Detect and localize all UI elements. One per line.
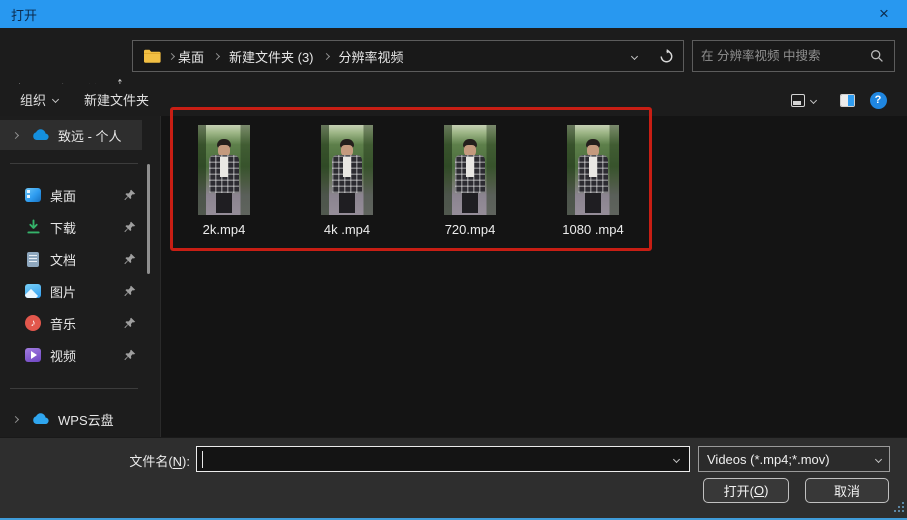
downloads-icon	[22, 219, 44, 235]
file-item-720[interactable]: 720.mp4	[420, 125, 520, 237]
breadcrumb-separator-icon	[213, 52, 220, 59]
organize-label: 组织	[20, 90, 46, 109]
person-figure	[209, 139, 239, 213]
video-thumbnail	[321, 125, 373, 215]
person-figure	[455, 139, 485, 213]
folder-icon	[143, 49, 161, 63]
filename-label: 文件名(N):	[60, 451, 190, 470]
address-dropdown-button[interactable]	[619, 41, 649, 71]
expand-chevron-icon[interactable]	[0, 133, 30, 138]
resize-grip[interactable]	[892, 500, 904, 512]
new-folder-button[interactable]: 新建文件夹	[76, 84, 157, 114]
sidebar: 致远 - 个人 桌面 下载 文档 图片 ♪ 音乐	[0, 116, 160, 437]
sidebar-item-label: WPS云盘	[58, 410, 114, 429]
chevron-down-icon	[52, 95, 59, 102]
videos-icon	[22, 348, 44, 362]
sidebar-item-wps-cloud[interactable]: WPS云盘	[0, 404, 142, 434]
help-button[interactable]: ?	[864, 87, 892, 113]
music-icon: ♪	[22, 315, 44, 331]
sidebar-scrollbar[interactable]	[147, 164, 150, 274]
filetype-value: Videos (*.mp4;*.mov)	[707, 452, 830, 467]
expand-chevron-icon[interactable]	[0, 417, 30, 422]
filename-input[interactable]	[197, 447, 663, 471]
sidebar-item-onedrive[interactable]: 致远 - 个人	[0, 120, 142, 150]
file-item-2k[interactable]: 2k.mp4	[174, 125, 274, 237]
file-name: 720.mp4	[445, 222, 496, 237]
change-view-button[interactable]	[781, 87, 825, 113]
sidebar-item-label: 桌面	[50, 186, 76, 205]
person-figure	[578, 139, 608, 213]
sidebar-item-downloads[interactable]: 下载	[22, 212, 140, 242]
filename-combobox[interactable]	[196, 446, 690, 472]
sidebar-item-documents[interactable]: 文档	[22, 244, 140, 274]
file-name: 4k .mp4	[324, 222, 370, 237]
window-title: 打开	[11, 5, 37, 24]
search-box[interactable]	[692, 40, 895, 72]
open-button[interactable]: 打开(O)	[703, 478, 789, 503]
refresh-icon	[659, 49, 674, 64]
file-grid: 2k.mp4 4k .mp4 720.mp4 1080 .mp4	[174, 125, 643, 237]
filetype-select[interactable]: Videos (*.mp4;*.mov)	[698, 446, 890, 472]
close-button[interactable]: ×	[861, 0, 907, 28]
breadcrumb-current-folder[interactable]: 分辨率视频	[335, 47, 408, 66]
video-thumbnail	[444, 125, 496, 215]
video-thumbnail	[567, 125, 619, 215]
pin-icon[interactable]	[124, 221, 136, 233]
filename-dropdown-button[interactable]	[663, 447, 689, 471]
pin-icon[interactable]	[124, 285, 136, 297]
sidebar-item-label: 文档	[50, 250, 76, 269]
preview-pane-icon	[840, 94, 855, 107]
search-input[interactable]	[693, 49, 870, 63]
sidebar-item-label: 视频	[50, 346, 76, 365]
chevron-down-icon	[672, 455, 679, 462]
pictures-icon	[22, 284, 44, 298]
sidebar-item-videos[interactable]: 视频	[22, 340, 140, 370]
sidebar-item-label: 致远 - 个人	[58, 126, 122, 145]
sidebar-item-desktop[interactable]: 桌面	[22, 180, 140, 210]
pin-icon[interactable]	[124, 349, 136, 361]
chevron-down-icon	[809, 96, 816, 103]
new-folder-label: 新建文件夹	[84, 90, 149, 109]
chevron-down-icon	[630, 52, 637, 59]
file-name: 2k.mp4	[203, 222, 246, 237]
desktop-icon	[22, 188, 44, 202]
text-caret	[202, 451, 203, 468]
video-thumbnail	[198, 125, 250, 215]
documents-icon	[22, 252, 44, 267]
file-name: 1080 .mp4	[562, 222, 623, 237]
chevron-down-icon	[875, 455, 882, 462]
search-icon[interactable]	[870, 49, 884, 63]
breadcrumb-desktop[interactable]: 桌面	[174, 47, 208, 66]
sidebar-item-pictures[interactable]: 图片	[22, 276, 140, 306]
onedrive-cloud-icon	[30, 129, 52, 141]
address-bar[interactable]: 桌面 新建文件夹 (3) 分辨率视频	[132, 40, 684, 72]
sidebar-item-label: 图片	[50, 282, 76, 301]
cancel-button[interactable]: 取消	[805, 478, 889, 503]
breadcrumb-new-folder[interactable]: 新建文件夹 (3)	[225, 47, 318, 66]
file-item-1080[interactable]: 1080 .mp4	[543, 125, 643, 237]
footer-panel: 文件名(N): Videos (*.mp4;*.mov) 打开(O) 取消	[0, 437, 907, 518]
pin-icon[interactable]	[124, 189, 136, 201]
sidebar-divider	[10, 388, 138, 389]
sidebar-item-label: 音乐	[50, 314, 76, 333]
toolbar: 组织 新建文件夹 ?	[0, 84, 907, 116]
preview-pane-button[interactable]	[833, 87, 861, 113]
sidebar-item-label: 下载	[50, 218, 76, 237]
refresh-button[interactable]	[649, 41, 683, 71]
person-figure	[332, 139, 362, 213]
wps-cloud-icon	[30, 413, 52, 425]
pin-icon[interactable]	[124, 253, 136, 265]
pin-icon[interactable]	[124, 317, 136, 329]
sidebar-item-music[interactable]: ♪ 音乐	[22, 308, 140, 338]
view-icon	[791, 94, 805, 107]
organize-button[interactable]: 组织	[12, 84, 66, 114]
breadcrumb-separator-icon	[322, 52, 329, 59]
help-icon: ?	[870, 92, 887, 109]
sidebar-divider	[10, 163, 138, 164]
title-bar: 打开	[0, 0, 907, 28]
file-item-4k[interactable]: 4k .mp4	[297, 125, 397, 237]
